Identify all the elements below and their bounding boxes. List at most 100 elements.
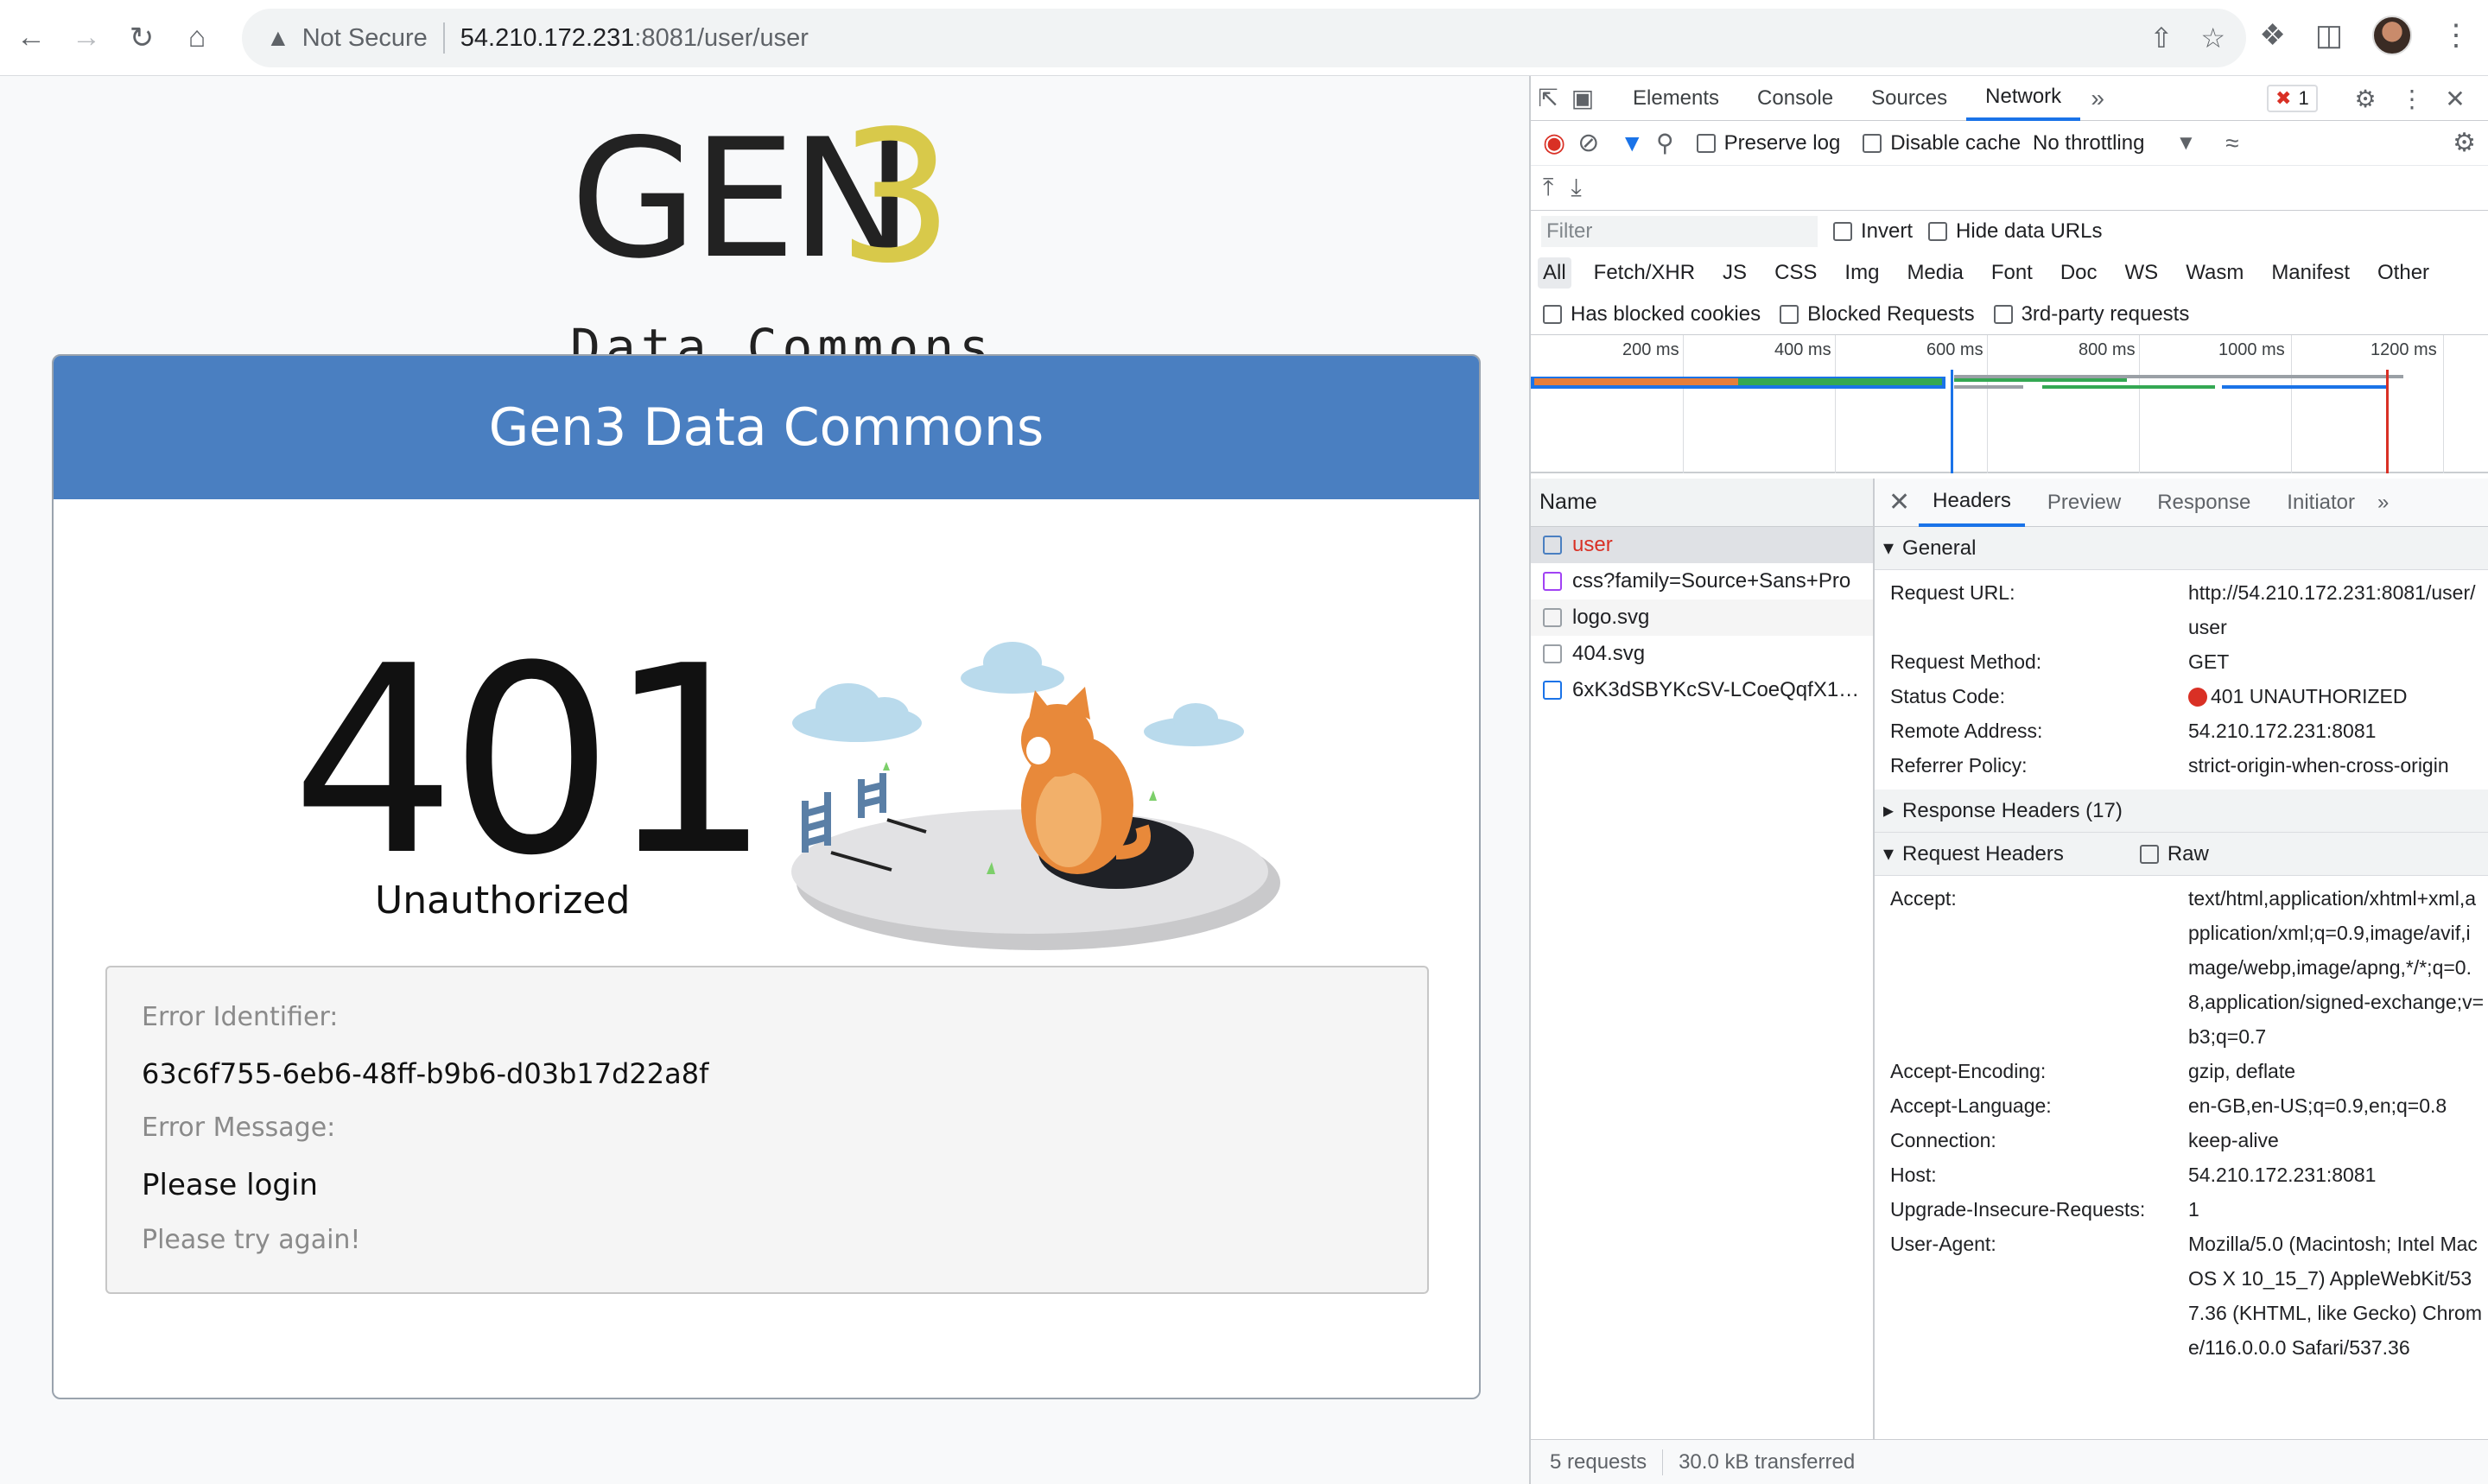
bookmark-star-icon[interactable]: ☆ — [2200, 22, 2225, 54]
blocked-filters-row: Has blocked cookies Blocked Requests 3rd… — [1531, 294, 2488, 335]
checkbox-box[interactable] — [1928, 222, 1948, 241]
header-row: Remote Address: 54.210.172.231:8081 — [1875, 713, 2488, 748]
profile-avatar[interactable] — [2372, 16, 2412, 55]
blocked-requests-checkbox[interactable]: Blocked Requests — [1780, 302, 1975, 327]
tab-network[interactable]: Network — [1966, 76, 2081, 121]
tab-console[interactable]: Console — [1738, 76, 1852, 121]
reload-icon[interactable]: ↻ — [117, 14, 166, 62]
forward-arrow-icon[interactable]: → — [62, 14, 111, 62]
record-stop-icon[interactable]: ◉ — [1543, 128, 1565, 158]
type-filter-other[interactable]: Other — [2372, 257, 2434, 289]
checkbox-box[interactable] — [1833, 222, 1852, 241]
back-arrow-icon[interactable]: ← — [7, 14, 55, 62]
import-har-icon[interactable]: ⤒ — [1543, 174, 1553, 202]
type-filter-font[interactable]: Font — [1986, 257, 2038, 289]
disable-cache-label: Disable cache — [1890, 130, 2022, 155]
security-label[interactable]: Not Secure — [302, 24, 428, 53]
throttling-dropdown-icon[interactable]: ▼ — [2175, 131, 2196, 155]
more-tabs-chevron-icon[interactable]: » — [2080, 85, 2115, 112]
network-overview-timeline[interactable]: 200 ms 400 ms 600 ms 800 ms 1000 ms 1200… — [1531, 335, 2488, 473]
request-row[interactable]: 404.svg — [1531, 636, 1873, 672]
devtools-panel: ⇱ ▣ Elements Console Sources Network » ✖… — [1529, 76, 2488, 1484]
warning-triangle-icon[interactable]: ▲ — [266, 24, 290, 52]
third-party-checkbox[interactable]: 3rd-party requests — [1993, 302, 2189, 327]
has-blocked-cookies-checkbox[interactable]: Has blocked cookies — [1543, 302, 1761, 327]
tab-initiator[interactable]: Initiator — [2273, 479, 2369, 527]
raw-checkbox[interactable]: Raw — [2139, 842, 2209, 866]
timeline-bar-font2 — [2042, 385, 2215, 389]
error-counter[interactable]: ✖ 1 — [2267, 85, 2318, 112]
type-filter-js[interactable]: JS — [1717, 257, 1752, 289]
header-key: Accept-Encoding: — [1890, 1060, 2047, 1082]
tab-response[interactable]: Response — [2143, 479, 2264, 527]
timeline-bar-green — [1954, 378, 2127, 382]
checkbox-box[interactable] — [1696, 133, 1716, 153]
request-row[interactable]: css?family=Source+Sans+Pro — [1531, 563, 1873, 599]
side-panel-icon[interactable]: ◫ — [2315, 18, 2343, 53]
request-row[interactable]: 6xK3dSBYKcSV-LCoeQqfX1… — [1531, 672, 1873, 708]
extensions-puzzle-icon[interactable]: ❖ — [2259, 18, 2285, 53]
checkbox-box[interactable] — [1993, 304, 2013, 324]
checkbox-box[interactable] — [2139, 844, 2159, 864]
search-icon[interactable]: ⚲ — [1656, 129, 1674, 157]
timeline-bar-font — [1954, 385, 2023, 389]
requests-count: 5 requests — [1550, 1449, 1647, 1474]
close-detail-icon[interactable]: ✕ — [1888, 487, 1910, 517]
disable-cache-checkbox[interactable]: Disable cache — [1863, 131, 2021, 155]
request-headers-section-header[interactable]: ▾ Request Headers Raw — [1875, 833, 2488, 876]
devtools-menu-icon[interactable]: ⋮ — [2395, 85, 2429, 113]
checkbox-box[interactable] — [1543, 304, 1562, 324]
network-conditions-icon[interactable]: ≈ — [2225, 130, 2238, 157]
response-headers-section-header[interactable]: ▸ Response Headers (17) — [1875, 790, 2488, 833]
type-filter-fetch[interactable]: Fetch/XHR — [1589, 257, 1700, 289]
filter-funnel-icon[interactable]: ▼ — [1620, 130, 1644, 157]
header-key: Accept: — [1890, 887, 1957, 910]
hide-data-urls-checkbox[interactable]: Hide data URLs — [1928, 219, 2102, 244]
tab-headers[interactable]: Headers — [1919, 479, 2025, 527]
checkbox-box[interactable] — [1780, 304, 1799, 324]
settings-gear-icon[interactable]: ⚙ — [2348, 85, 2383, 113]
export-har-icon[interactable]: ⤓ — [1571, 174, 1581, 202]
header-key: Connection: — [1890, 1129, 1996, 1151]
request-row[interactable]: logo.svg — [1531, 599, 1873, 636]
expand-triangle-down-icon: ▾ — [1883, 536, 1895, 560]
throttling-select[interactable]: No throttling — [2033, 131, 2144, 155]
more-detail-tabs-chevron-icon[interactable]: » — [2377, 491, 2389, 515]
header-key: Referrer Policy: — [1890, 754, 2028, 777]
type-filter-css[interactable]: CSS — [1769, 257, 1822, 289]
type-filter-img[interactable]: Img — [1839, 257, 1884, 289]
type-filter-ws[interactable]: WS — [2120, 257, 2164, 289]
address-bar[interactable]: ▲ Not Secure 54.210.172.231:8081/user/us… — [242, 9, 2246, 67]
device-toolbar-icon[interactable]: ▣ — [1565, 84, 1600, 112]
tab-preview[interactable]: Preview — [2034, 479, 2135, 527]
header-value: strict-origin-when-cross-origin — [2188, 754, 2449, 777]
timeline-gridline — [1683, 335, 1684, 473]
request-row[interactable]: user — [1531, 527, 1873, 563]
share-icon[interactable]: ⇧ — [2150, 22, 2174, 54]
url-path[interactable]: :8081/user/user — [634, 24, 809, 53]
tab-elements[interactable]: Elements — [1614, 76, 1738, 121]
general-section-header[interactable]: ▾ General — [1875, 527, 2488, 570]
request-headers-title: Request Headers — [1902, 841, 2064, 866]
tab-sources[interactable]: Sources — [1852, 76, 1966, 121]
type-filter-wasm[interactable]: Wasm — [2180, 257, 2249, 289]
type-filter-doc[interactable]: Doc — [2055, 257, 2103, 289]
error-message-value: Please login — [142, 1168, 318, 1202]
clear-icon[interactable]: ⊘ — [1577, 128, 1599, 158]
close-devtools-icon[interactable]: ✕ — [2438, 85, 2472, 113]
type-filter-media[interactable]: Media — [1901, 257, 1968, 289]
invert-checkbox[interactable]: Invert — [1833, 219, 1913, 244]
checkbox-box[interactable] — [1863, 133, 1882, 153]
filter-input[interactable]: Filter — [1541, 216, 1818, 247]
image-icon — [1543, 644, 1562, 663]
name-column-header[interactable]: Name — [1531, 479, 1873, 527]
menu-kebab-icon[interactable]: ⋮ — [2441, 18, 2471, 53]
type-filter-manifest[interactable]: Manifest — [2266, 257, 2355, 289]
preserve-log-checkbox[interactable]: Preserve log — [1696, 131, 1840, 155]
network-settings-gear-icon[interactable]: ⚙ — [2453, 128, 2476, 158]
url-host[interactable]: 54.210.172.231 — [460, 24, 635, 53]
home-icon[interactable]: ⌂ — [173, 14, 221, 62]
inspect-element-icon[interactable]: ⇱ — [1531, 84, 1565, 112]
type-filter-all[interactable]: All — [1538, 257, 1571, 289]
cloud-icon — [792, 642, 1244, 746]
